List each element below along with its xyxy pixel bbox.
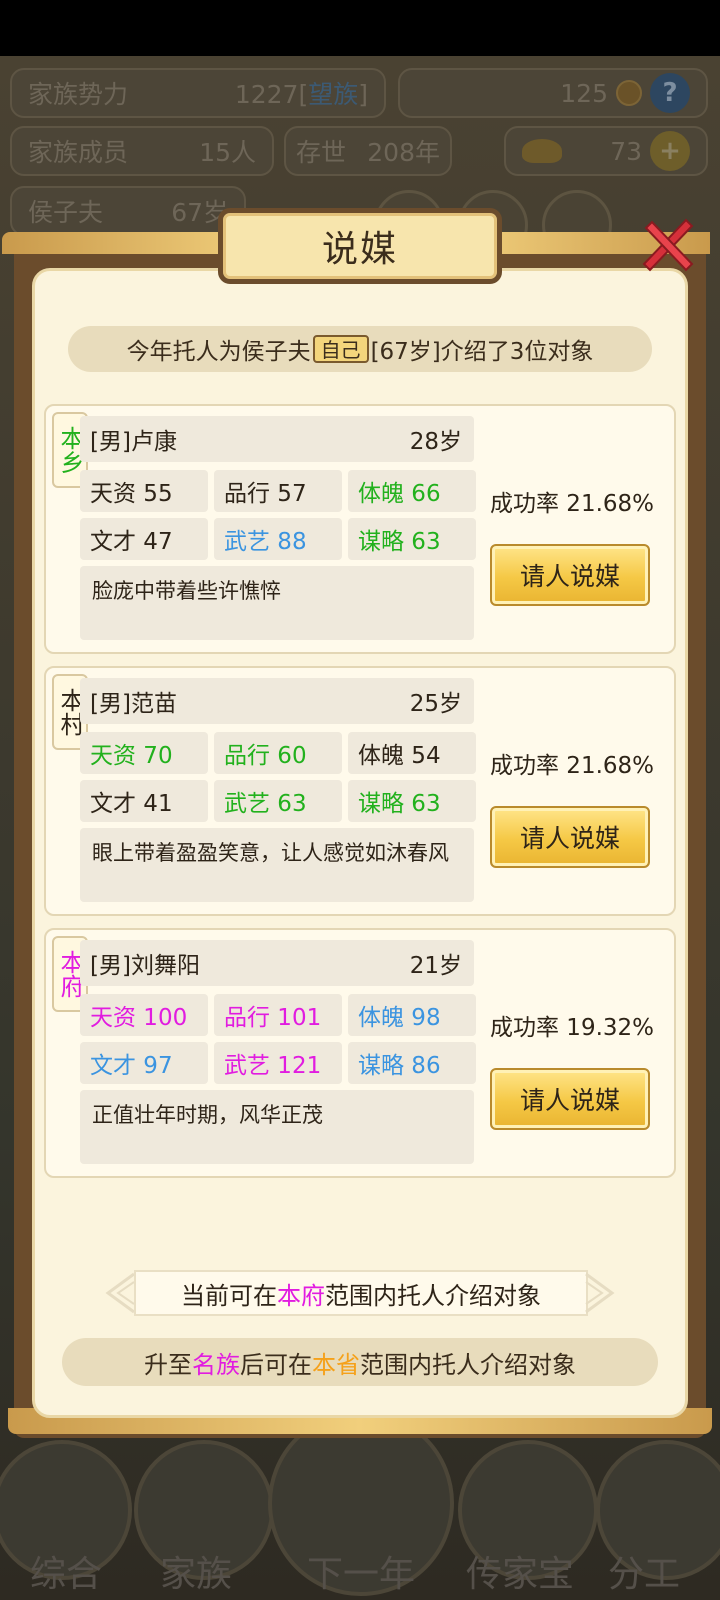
range-text: 范围内托人介绍对象 xyxy=(325,1281,541,1310)
candidate-card: 本乡 [男]卢康 28岁 天资 55 品行 57 体魄 66 文才 47 武艺 88 谋略 63… xyxy=(44,404,676,654)
candidate-stat: 武艺 63 xyxy=(214,780,342,822)
coin-icon xyxy=(616,80,642,106)
nav-label: 传家宝 xyxy=(465,1554,574,1595)
help-button[interactable]: ? xyxy=(650,73,690,113)
candidate-stat: 天资 55 xyxy=(80,470,208,512)
left-ornament-icon xyxy=(105,1272,135,1314)
family-members-panel: 家族成员 15人 xyxy=(10,126,274,176)
request-matchmaker-button[interactable]: 请人说媒 xyxy=(490,806,650,868)
family-power-value: 1227 xyxy=(234,80,299,109)
candidate-stat: 武艺 88 xyxy=(214,518,342,560)
family-power-panel: 家族势力 1227[望族] xyxy=(10,68,386,118)
intro-text-post: [67岁]介绍了3位对象 xyxy=(370,339,594,365)
candidate-stat: 品行 60 xyxy=(214,732,342,774)
members-value: 15人 xyxy=(199,138,256,167)
family-rank: 望族 xyxy=(308,80,359,109)
nav-label: 分工 xyxy=(607,1554,680,1595)
candidate-age: 28岁 xyxy=(409,429,462,455)
upgrade-text: 范围内托人介绍对象 xyxy=(360,1350,576,1379)
candidate-stat: 体魄 54 xyxy=(348,732,476,774)
candidate-stat: 武艺 121 xyxy=(214,1042,342,1084)
patriarch-panel: 侯子夫 67岁 xyxy=(10,186,246,236)
candidate-name: [男]范苗 xyxy=(90,691,177,717)
request-matchmaker-button[interactable]: 请人说媒 xyxy=(490,1068,650,1130)
candidate-stat: 品行 101 xyxy=(214,994,342,1036)
status-bar xyxy=(0,0,720,56)
upgrade-highlight-rank: 名族 xyxy=(192,1350,240,1379)
right-ornament-icon xyxy=(585,1272,615,1314)
candidate-stat: 谋略 63 xyxy=(348,780,476,822)
patriarch-name: 侯子夫 xyxy=(28,198,104,227)
coin-count: 125 xyxy=(560,78,608,108)
candidate-stat: 天资 100 xyxy=(80,994,208,1036)
members-label: 家族成员 xyxy=(28,138,129,167)
intro-summary: 今年托人为侯子夫 自己 [67岁]介绍了3位对象 xyxy=(68,326,652,372)
candidate-stat: 谋略 86 xyxy=(348,1042,476,1084)
candidate-name: [男]卢康 xyxy=(90,429,177,455)
success-rate: 成功率 21.68% xyxy=(490,753,655,779)
candidate-name: [男]刘舞阳 xyxy=(90,953,200,979)
candidate-stat: 品行 57 xyxy=(214,470,342,512)
dialog-title-plate: 说媒 xyxy=(218,208,502,284)
nav-label: 综合 xyxy=(29,1554,102,1595)
gold-count: 73 xyxy=(610,136,642,166)
candidate-stat: 文才 97 xyxy=(80,1042,208,1084)
upgrade-text: 升至 xyxy=(144,1350,192,1379)
candidate-stat: 体魄 98 xyxy=(348,994,476,1036)
candidate-description: 脸庞中带着些许憔悴 xyxy=(80,566,474,640)
family-age-panel: 存世 208年 xyxy=(284,126,452,176)
candidate-name-row: [男]范苗 25岁 xyxy=(80,678,474,724)
coin-panel: 125 ? xyxy=(398,68,708,118)
self-tag: 自己 xyxy=(312,335,369,363)
candidate-stat: 文才 47 xyxy=(80,518,208,560)
candidate-name-row: [男]刘舞阳 21岁 xyxy=(80,940,474,986)
candidate-age: 25岁 xyxy=(409,691,462,717)
range-highlight: 本府 xyxy=(277,1281,325,1310)
success-rate: 成功率 19.32% xyxy=(490,1015,655,1041)
family-power-value-group: 1227[望族] xyxy=(234,80,368,109)
candidate-description: 正值壮年时期，风华正茂 xyxy=(80,1090,474,1164)
dialog-title: 说媒 xyxy=(321,229,398,270)
current-range-info: 当前可在 本府 范围内托人介绍对象 xyxy=(134,1270,588,1316)
close-icon[interactable] xyxy=(636,214,698,276)
candidate-name-row: [男]卢康 28岁 xyxy=(80,416,474,462)
candidate-stat: 天资 70 xyxy=(80,732,208,774)
nav-label: 下一年 xyxy=(306,1554,415,1595)
candidate-age: 21岁 xyxy=(409,953,462,979)
age-label: 存世 xyxy=(296,138,347,167)
candidate-stat: 体魄 66 xyxy=(348,470,476,512)
candidate-stat: 谋略 63 xyxy=(348,518,476,560)
upgrade-text: 后可在 xyxy=(240,1350,312,1379)
request-matchmaker-button[interactable]: 请人说媒 xyxy=(490,544,650,606)
age-value: 208年 xyxy=(367,138,440,167)
add-gold-button[interactable]: + xyxy=(650,131,690,171)
coin-group: 125 ? xyxy=(560,73,690,113)
intro-text-pre: 今年托人为侯子夫 xyxy=(126,339,311,365)
nav-label: 家族 xyxy=(159,1554,232,1595)
gold-panel: 73 + xyxy=(504,126,708,176)
family-power-label: 家族势力 xyxy=(28,80,129,109)
gold-group: 73 + xyxy=(610,131,690,171)
upgrade-highlight-area: 本省 xyxy=(312,1350,360,1379)
success-rate: 成功率 21.68% xyxy=(490,491,655,517)
candidate-description: 眼上带着盈盈笑意，让人感觉如沐春风 xyxy=(80,828,474,902)
range-text: 当前可在 xyxy=(181,1281,277,1310)
upgrade-hint: 升至 名族 后可在 本省 范围内托人介绍对象 xyxy=(62,1338,658,1386)
candidate-stat: 文才 41 xyxy=(80,780,208,822)
gold-ingot-icon xyxy=(522,139,562,163)
candidate-card: 本府 [男]刘舞阳 21岁 天资 100 品行 101 体魄 98 文才 97 武艺 121 谋… xyxy=(44,928,676,1178)
candidate-card: 本村 [男]范苗 25岁 天资 70 品行 60 体魄 54 文才 41 武艺 63 谋略 63… xyxy=(44,666,676,916)
